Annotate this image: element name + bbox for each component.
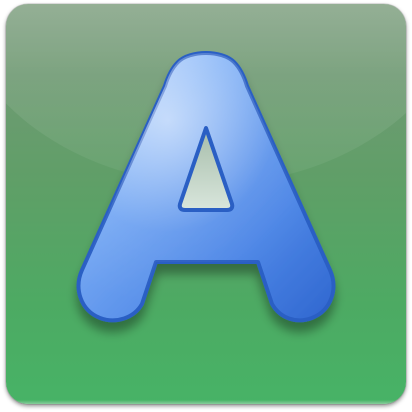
letter-a-icon	[76, 51, 336, 323]
app-icon-container	[0, 0, 412, 412]
letter-a-shape	[76, 51, 336, 323]
